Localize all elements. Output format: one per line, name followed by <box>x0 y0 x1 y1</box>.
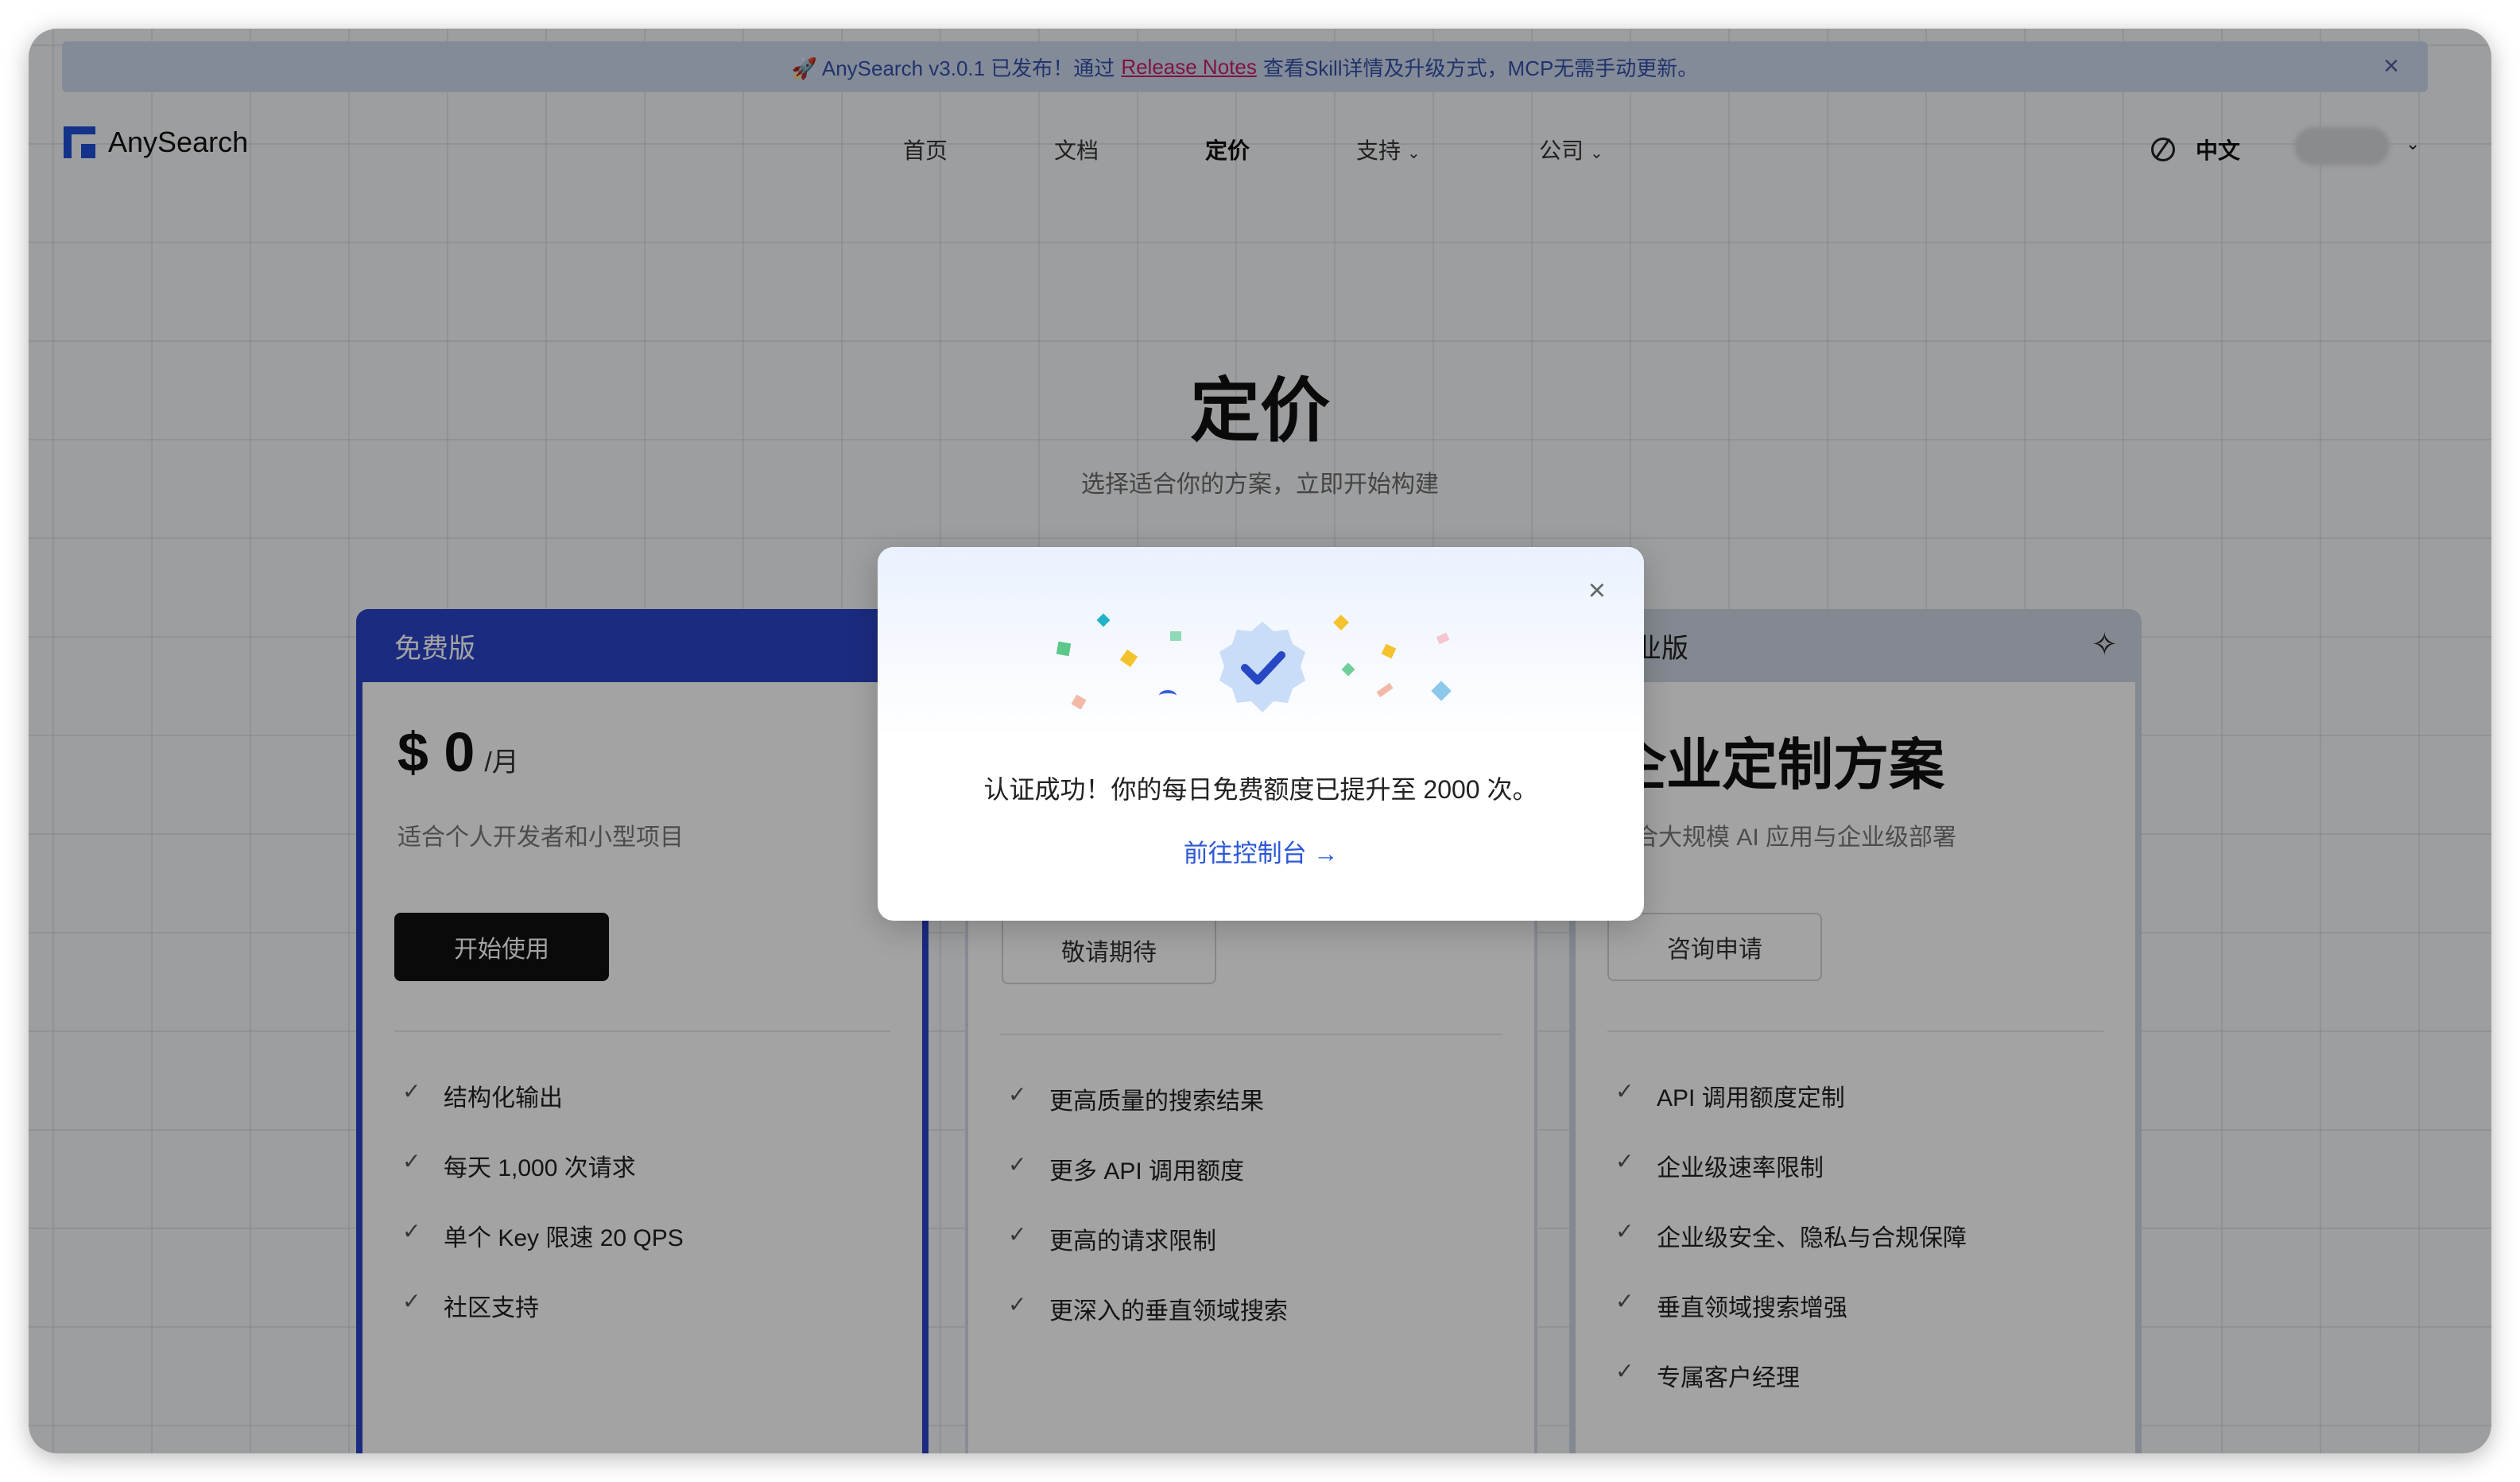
verified-badge-icon <box>1219 622 1305 712</box>
confetti-icon <box>1170 631 1181 641</box>
modal-close-icon[interactable]: × <box>1588 576 1606 606</box>
verification-success-modal: × 认证成功！你的每日免费额度已提升至 2000 次。 前往控制台 → <box>878 547 1644 921</box>
confetti-icon <box>1056 641 1072 657</box>
browser-window: 🚀 AnySearch v3.0.1 已发布！通过 Release Notes … <box>29 29 2491 1453</box>
go-to-console-link[interactable]: 前往控制台 → <box>878 833 1644 869</box>
modal-message: 认证成功！你的每日免费额度已提升至 2000 次。 <box>983 775 1538 804</box>
confetti-icon <box>1159 690 1177 701</box>
